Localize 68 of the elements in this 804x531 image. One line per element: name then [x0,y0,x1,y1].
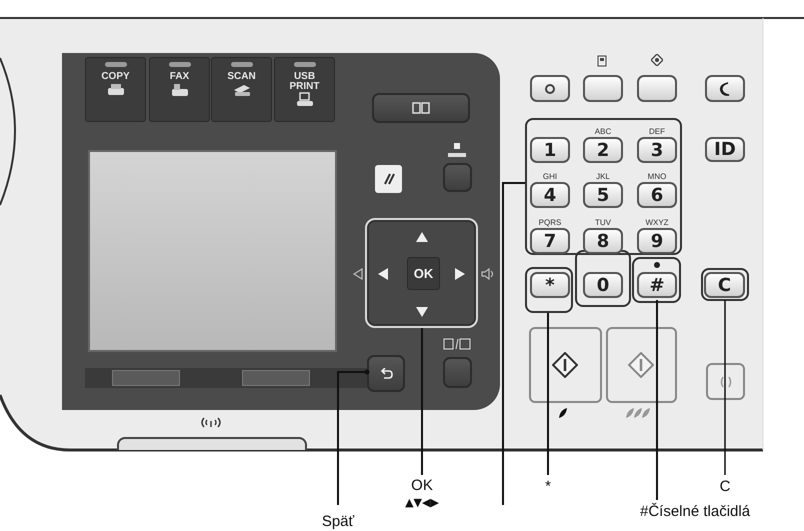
status-icon [597,55,607,67]
display-switch-icon [443,338,471,350]
start-icon [552,352,578,378]
key-letters: PQRS [538,218,562,227]
wifi-icon [200,417,222,428]
key-letters: GHI [542,172,558,181]
back-button[interactable] [367,355,405,392]
callout-label: C [720,478,730,495]
key-letters: JKL [595,172,611,181]
function-key[interactable]: C [704,272,745,298]
number-key[interactable]: 0 [583,272,623,298]
ok-button[interactable]: OK [407,257,440,290]
status-button[interactable] [583,75,623,102]
up-arrow-icon[interactable] [416,232,428,242]
start-button[interactable] [606,327,677,403]
arrow-keys-label: ▲▼◀▶ [405,496,439,509]
key-letters: TUV [594,218,612,227]
callout-label: OK [411,477,433,494]
mode-button[interactable]: SCAN [211,57,272,122]
key-letters: WXYZ [644,218,670,227]
energy-saver-button[interactable] [706,363,745,400]
back-arrow-icon [379,368,393,380]
down-arrow-icon[interactable] [416,307,428,317]
mode-icon [170,82,190,97]
number-key[interactable]: 4 [530,182,570,208]
number-key[interactable]: 5 [583,182,623,208]
menu-button[interactable] [637,75,677,102]
number-key[interactable]: 9 [637,228,677,254]
sleep-button[interactable] [705,75,745,102]
number-key[interactable]: 1 [530,137,570,163]
book-icon [411,101,431,115]
mode-button[interactable]: USB PRINT [274,57,335,122]
number-key[interactable]: # [637,272,677,298]
key-letters: ABC [594,127,612,136]
callout-label: * [545,478,551,495]
number-key[interactable]: 8 [583,228,623,254]
callout-label: Späť [322,513,354,530]
ink-drops-icon [625,408,651,419]
wave-icon [718,374,732,388]
mode-icon [232,82,252,97]
reset-button[interactable] [375,165,402,193]
diamond-icon [651,54,663,66]
display-switch-button[interactable] [443,357,472,388]
mode-button[interactable]: FAX [149,57,210,122]
callout-label: #Číselné tlačidlá [640,503,750,520]
number-key[interactable]: 2 [583,137,623,163]
start-icon [628,352,654,378]
address-book-button[interactable] [372,93,470,123]
key-letters: DEF [648,127,666,136]
number-key[interactable]: * [530,272,570,298]
speaker-icon [481,268,495,280]
number-key[interactable]: 3 [637,137,677,163]
left-arrow-icon[interactable] [378,268,388,280]
mode-icon [294,92,314,107]
home-button[interactable] [530,75,570,102]
mode-icon [106,82,126,97]
number-key[interactable]: 7 [530,228,570,254]
direction-pad[interactable] [365,218,478,328]
start-button[interactable] [529,327,602,403]
moon-icon [719,82,731,96]
key-letters: MNO [646,172,668,181]
mode-button[interactable]: COPY [85,57,146,122]
ink-drop-icon [558,408,568,419]
number-key[interactable]: 6 [637,182,677,208]
right-arrow-icon[interactable] [455,268,465,280]
double-slash-icon [382,172,396,186]
dot-icon [654,262,660,268]
function-key[interactable]: ID [705,137,745,162]
